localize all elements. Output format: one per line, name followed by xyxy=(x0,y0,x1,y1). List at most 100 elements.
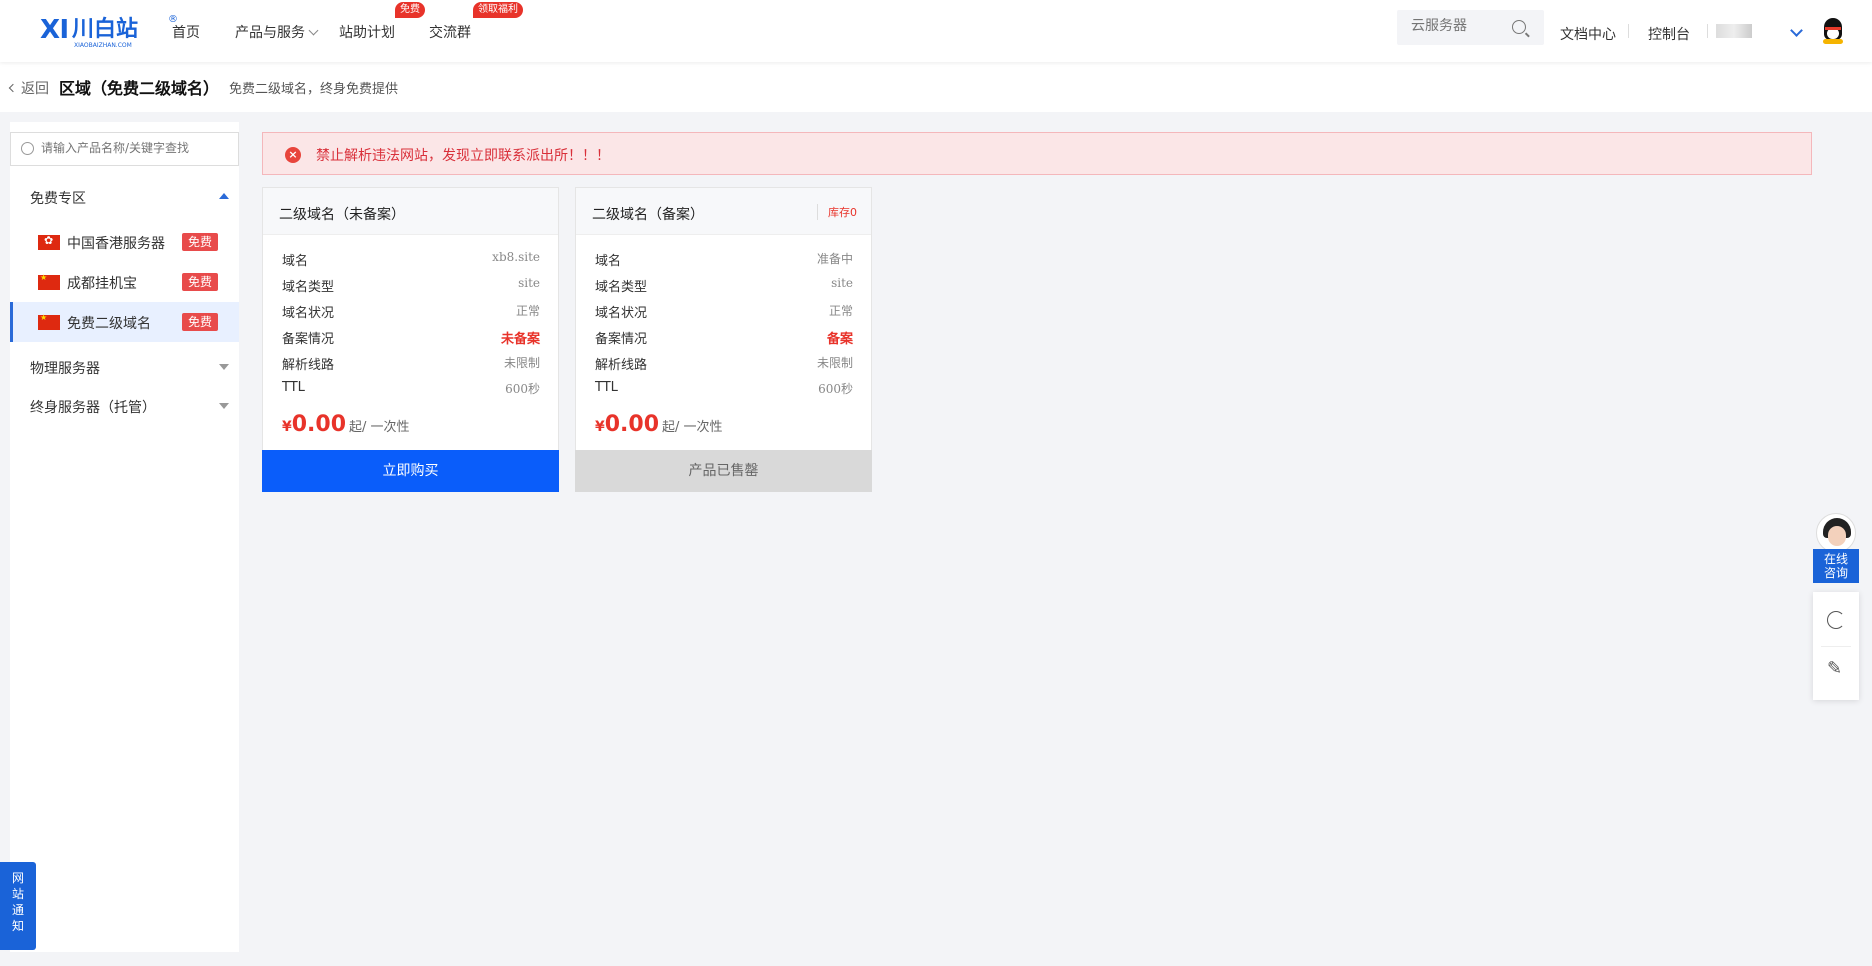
site-notice-button[interactable]: 网站通知 xyxy=(0,862,36,950)
back-link[interactable]: 返回 xyxy=(8,78,49,98)
error-icon: × xyxy=(285,147,301,163)
logo-sub: XIAOBAIZHAN.COM xyxy=(74,42,132,49)
sidebar-item-hk-server[interactable]: 中国香港服务器 免费 xyxy=(10,222,239,262)
spec-key: TTL xyxy=(282,380,305,395)
nav-plan-label: 站助计划 xyxy=(339,25,395,41)
card-header: 二级域名（备案） 库存0 xyxy=(576,188,871,235)
edit-icon[interactable]: ✎ xyxy=(1827,658,1842,679)
refresh-icon[interactable] xyxy=(1827,611,1845,629)
nav-products-label: 产品与服务 xyxy=(235,25,305,41)
sidebar-item-chengdu[interactable]: 成都挂机宝 免费 xyxy=(10,262,239,302)
sidebar-group-label: 物理服务器 xyxy=(30,361,100,377)
qq-penguin-icon[interactable] xyxy=(1822,18,1844,44)
account-chevron-down-icon[interactable] xyxy=(1790,24,1803,37)
chevron-down-icon xyxy=(308,25,319,36)
sidebar-search-input[interactable] xyxy=(41,141,231,155)
search-icon[interactable] xyxy=(1512,20,1526,34)
spec-row: 域名 准备中 xyxy=(595,250,853,272)
spec-row: TTL 600秒 xyxy=(595,380,853,402)
price: ¥0.00 起/ 一次性 xyxy=(595,412,723,437)
site-logo[interactable]: Ⅺ 川白站 XIAOBAIZHAN.COM ® xyxy=(40,14,178,49)
chevron-left-icon xyxy=(8,83,18,93)
spec-key: 域名类型 xyxy=(595,280,648,295)
spec-row: 域名类型 site xyxy=(595,276,853,298)
caret-down-icon xyxy=(219,364,229,370)
sidebar-group-free[interactable]: 免费专区 xyxy=(10,176,239,216)
hongkong-flag-icon xyxy=(38,234,60,250)
spec-key: 域名类型 xyxy=(282,280,335,295)
spec-value: 600秒 xyxy=(818,382,853,396)
page-subtitle: 免费二级域名，终身免费提供 xyxy=(229,82,399,97)
spec-key: 域名 xyxy=(595,254,622,269)
warning-alert: × 禁止解析违法网站，发现立即联系派出所！！！ xyxy=(262,132,1812,175)
spec-value: site xyxy=(831,276,853,290)
price-unit: 起/ 一次性 xyxy=(349,420,410,435)
sidebar-item-free-subdomain[interactable]: 免费二级域名 免费 xyxy=(10,302,239,342)
price-amount: 0.00 xyxy=(291,412,347,437)
buy-now-button[interactable]: 立即购买 xyxy=(262,450,559,492)
spec-value: 正常 xyxy=(828,304,853,318)
spec-value: 600秒 xyxy=(505,382,540,396)
spec-key: 解析线路 xyxy=(282,358,335,373)
spec-row: TTL 600秒 xyxy=(282,380,540,402)
toolbar-divider xyxy=(1821,646,1851,647)
spec-row: 域名状况 正常 xyxy=(282,302,540,324)
header-search-input[interactable] xyxy=(1411,18,1511,34)
spec-row: 解析线路 未限制 xyxy=(595,354,853,376)
price: ¥0.00 起/ 一次性 xyxy=(282,412,410,437)
spec-row: 域名 xb8.site xyxy=(282,250,540,272)
sidebar-group-label: 免费专区 xyxy=(30,191,86,207)
spec-value: 未备案 xyxy=(500,332,540,347)
spec-key: 域名状况 xyxy=(282,306,335,321)
spec-value: 准备中 xyxy=(816,252,853,266)
username-blurred[interactable] xyxy=(1716,24,1752,38)
sidebar-item-label: 中国香港服务器 xyxy=(67,236,165,252)
console-link[interactable]: 控制台 xyxy=(1648,24,1690,44)
nav-group[interactable]: 交流群 领取福利 xyxy=(429,2,523,42)
online-consult-widget[interactable]: 在线 咨询 xyxy=(1813,513,1859,583)
free-badge: 免费 xyxy=(182,273,219,291)
price-currency: ¥ xyxy=(595,419,605,435)
product-sidebar: 免费专区 中国香港服务器 免费 成都挂机宝 免费 免费二级域名 免费 物理服务器… xyxy=(10,122,239,952)
sidebar-item-label: 成都挂机宝 xyxy=(67,276,137,292)
header-divider xyxy=(1707,24,1708,38)
nav-products[interactable]: 产品与服务 xyxy=(235,22,319,42)
spec-row: 备案情况 未备案 xyxy=(282,328,540,350)
agent-avatar xyxy=(1816,513,1856,553)
logo-name: 川白站 xyxy=(72,17,139,42)
spec-key: TTL xyxy=(595,380,618,395)
price-unit: 起/ 一次性 xyxy=(662,420,723,435)
product-card: 二级域名（未备案） 域名 xb8.site 域名类型 site 域名状况 正常 备案情… xyxy=(262,187,559,492)
nav-plan-badge: 免费 xyxy=(395,2,425,18)
sidebar-group-lifetime[interactable]: 终身服务器（托管） xyxy=(10,385,239,425)
header-search[interactable] xyxy=(1397,10,1544,45)
sidebar-search[interactable] xyxy=(10,132,239,166)
stock-badge: 库存0 xyxy=(817,204,857,220)
china-flag-icon xyxy=(38,273,60,290)
floating-toolbar: ✎ xyxy=(1813,592,1859,700)
spec-row: 解析线路 未限制 xyxy=(282,354,540,376)
nav-plan[interactable]: 站助计划 免费 xyxy=(339,2,425,42)
nav-group-label: 交流群 xyxy=(429,25,471,41)
china-flag-icon xyxy=(38,313,60,330)
spec-value: xb8.site xyxy=(492,250,540,264)
spec-row: 备案情况 备案 xyxy=(595,328,853,350)
card-header: 二级域名（未备案） xyxy=(263,188,558,235)
docs-link[interactable]: 文档中心 xyxy=(1560,24,1616,44)
page-title: 区域（免费二级域名） xyxy=(59,79,220,98)
product-card: 二级域名（备案） 库存0 域名 准备中 域名类型 site 域名状况 正常 备案情况备… xyxy=(575,187,872,492)
spec-key: 解析线路 xyxy=(595,358,648,373)
top-header: Ⅺ 川白站 XIAOBAIZHAN.COM ® 首页 产品与服务 站助计划 免费 … xyxy=(0,0,1872,62)
spec-key: 域名 xyxy=(282,254,309,269)
price-currency: ¥ xyxy=(282,419,292,435)
sidebar-group-label: 终身服务器（托管） xyxy=(30,400,156,416)
sidebar-group-physical[interactable]: 物理服务器 xyxy=(10,346,239,386)
card-title: 二级域名（备案） xyxy=(592,207,704,223)
free-badge: 免费 xyxy=(182,233,219,251)
caret-down-icon xyxy=(219,403,229,409)
sidebar-item-label: 免费二级域名 xyxy=(67,316,151,332)
nav-group-badge: 领取福利 xyxy=(473,2,523,18)
spec-row: 域名状况 正常 xyxy=(595,302,853,324)
nav-home[interactable]: 首页 xyxy=(172,22,200,42)
spec-key: 域名状况 xyxy=(595,306,648,321)
